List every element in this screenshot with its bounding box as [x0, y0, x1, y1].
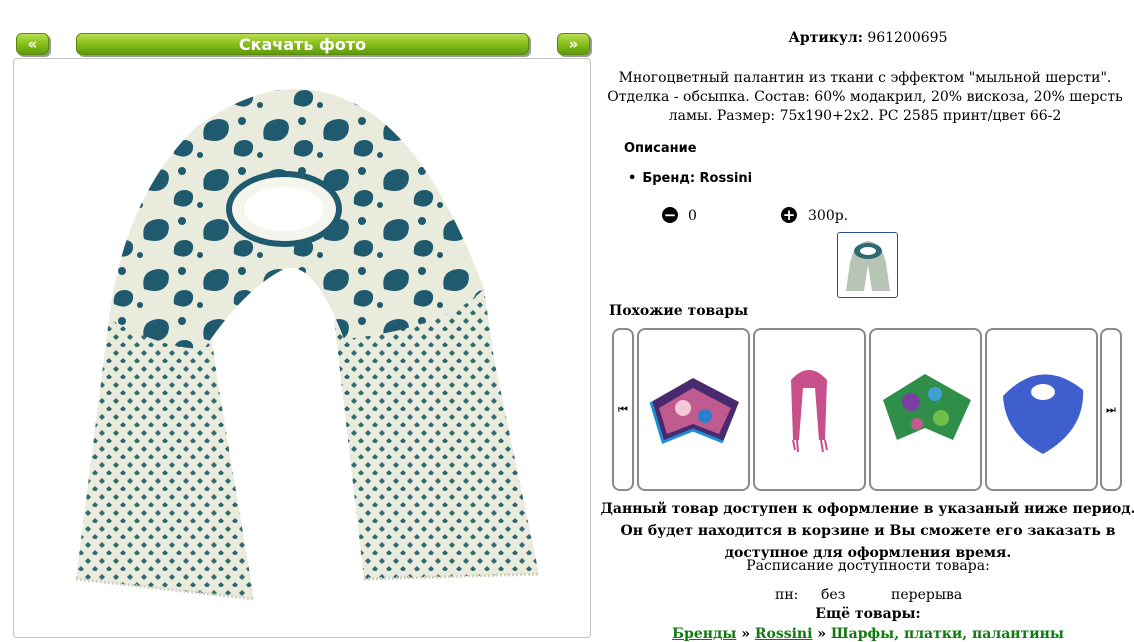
- skip-back-icon: ⏮: [618, 402, 628, 416]
- skip-forward-icon: ⏭: [1106, 402, 1116, 416]
- article-value: 961200695: [867, 30, 948, 46]
- schedule-day: пн:: [775, 587, 799, 603]
- breadcrumb-rossini[interactable]: Rossini: [755, 626, 813, 642]
- schedule-from: без: [821, 587, 846, 603]
- product-photo[interactable]: [13, 58, 591, 638]
- schedule-row: пн: без перерыва: [775, 587, 962, 603]
- schedule-title: Расписание доступности товара:: [746, 558, 990, 574]
- similar-product-card[interactable]: [985, 328, 1098, 491]
- availability-note: Данный товар доступен к оформление в ука…: [600, 501, 1134, 561]
- breadcrumb-brands[interactable]: Бренды: [672, 626, 736, 642]
- next-photo-button[interactable]: »: [557, 33, 590, 55]
- minus-icon[interactable]: −: [662, 207, 678, 223]
- similar-products-title: Похожие товары: [609, 303, 749, 319]
- similar-product-card[interactable]: [753, 328, 866, 491]
- breadcrumb-separator: »: [817, 626, 827, 642]
- schedule-to: перерыва: [891, 587, 963, 603]
- more-goods-title: Ещё товары:: [815, 606, 921, 622]
- breadcrumb: Бренды » Rossini » Шарфы, платки, палант…: [598, 626, 1134, 642]
- article-label: Артикул:: [788, 30, 863, 46]
- carousel-next-button[interactable]: ⏭: [1100, 328, 1122, 491]
- similar-product-card[interactable]: [637, 328, 750, 491]
- description-heading: Описание: [624, 141, 697, 156]
- photo-thumbnail[interactable]: [837, 232, 898, 298]
- similar-product-card[interactable]: [869, 328, 982, 491]
- plus-icon[interactable]: +: [781, 207, 797, 223]
- previous-photo-button[interactable]: «: [16, 33, 49, 55]
- quantity-value: 0: [688, 208, 697, 224]
- product-description: Многоцветный палантин из ткани с эффекто…: [607, 70, 1123, 124]
- price-value: 300р.: [808, 208, 849, 224]
- article-line: Артикул: 961200695: [598, 30, 1134, 46]
- brand-item: Бренд: Rossini: [628, 171, 752, 186]
- breadcrumb-category[interactable]: Шарфы, платки, палантины: [831, 626, 1064, 642]
- breadcrumb-separator: »: [741, 626, 750, 642]
- carousel-prev-button[interactable]: ⏮: [612, 328, 634, 491]
- download-photo-button[interactable]: Скачать фото: [76, 33, 529, 55]
